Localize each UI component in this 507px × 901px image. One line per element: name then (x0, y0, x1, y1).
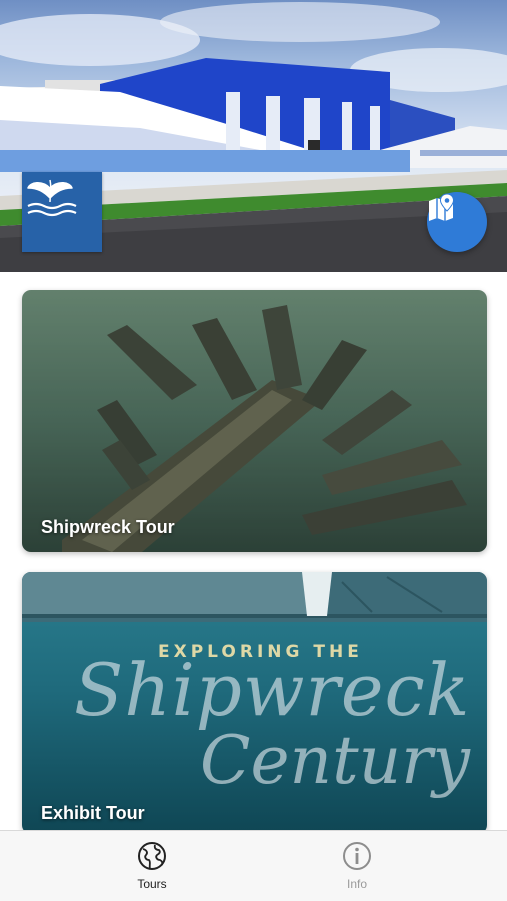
map-button[interactable] (427, 192, 487, 252)
tab-tours[interactable]: Tours (92, 831, 212, 901)
museum-logo (22, 172, 102, 252)
card-title: Shipwreck Tour (41, 517, 175, 537)
globe-icon (138, 842, 166, 870)
bottom-tab-bar: Tours Info (0, 830, 507, 901)
map-pin-icon (429, 193, 455, 221)
exhibit-tour-card[interactable]: EXPLORING THE Shipwreck Century Exhibit … (22, 572, 487, 834)
exhibit-art-script-1: Shipwreck (74, 648, 471, 732)
app-screen: Shipwreck Tour EXPLORING THE Shipwreck C… (0, 0, 507, 901)
shipwreck-photo (22, 290, 487, 552)
whale-tail-icon (27, 179, 77, 217)
tab-label: Tours (137, 877, 167, 891)
shipwreck-tour-card[interactable]: Shipwreck Tour (22, 290, 487, 552)
info-icon (343, 842, 371, 870)
tab-info[interactable]: Info (297, 831, 417, 901)
hero-banner (0, 0, 507, 272)
tab-label: Info (346, 877, 367, 891)
card-title: Exhibit Tour (41, 803, 145, 823)
exhibit-art-script-2: Century (200, 722, 470, 799)
